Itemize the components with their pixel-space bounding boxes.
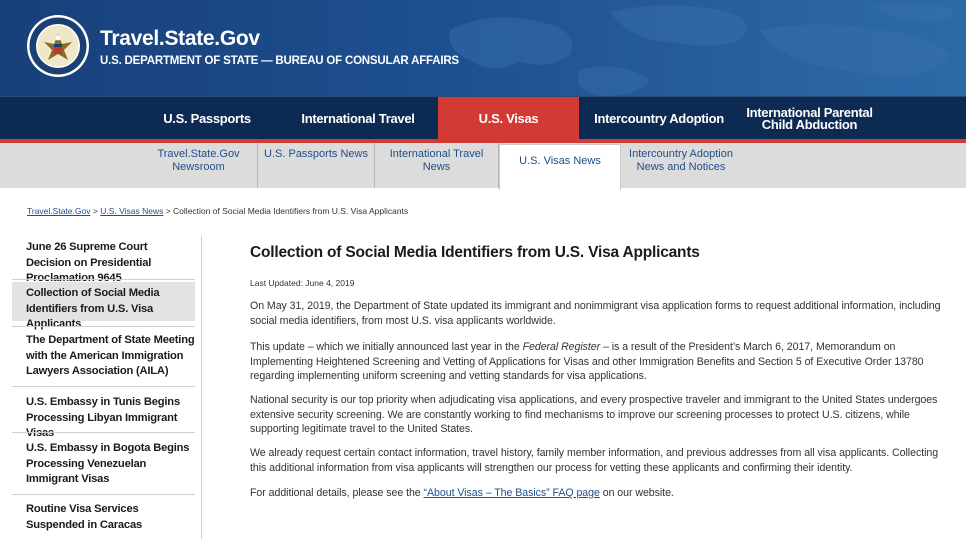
subnav-international-travel-news[interactable]: International Travel News	[375, 143, 499, 188]
site-subtitle[interactable]: U.S. DEPARTMENT OF STATE — BUREAU OF CON…	[100, 55, 459, 67]
article-paragraph-1: On May 31, 2019, the Department of State…	[250, 300, 941, 327]
breadcrumb: Travel.State.Gov > U.S. Visas News > Col…	[27, 206, 408, 216]
subnav-newsroom[interactable]: Travel.State.Gov Newsroom	[140, 143, 258, 188]
breadcrumb-section-link[interactable]: U.S. Visas News	[100, 206, 163, 216]
subnav-adoption-news[interactable]: Intercountry Adoption News and Notices	[621, 143, 741, 188]
about-visas-faq-link[interactable]: “About Visas – The Basics” FAQ page	[424, 487, 600, 499]
sidebar-item-social-media-identifiers[interactable]: Collection of Social Media Identifiers f…	[12, 282, 195, 330]
paragraph-text: This update – which we initially announc…	[250, 341, 523, 353]
site-title[interactable]: Travel.State.Gov	[100, 27, 260, 51]
subnav-us-visas-news[interactable]: U.S. Visas News	[499, 144, 621, 190]
world-map-background	[449, 3, 953, 96]
nav-international-travel[interactable]: International Travel	[284, 97, 432, 140]
nav-international-parental-child-abduction[interactable]: International Parental Child Abduction	[737, 97, 882, 140]
nav-intercountry-adoption[interactable]: Intercountry Adoption	[589, 97, 729, 140]
sidebar-news-list: June 26 Supreme Court Decision on Presid…	[12, 236, 202, 539]
sidebar-divider	[12, 279, 195, 280]
paragraph-text: on our website.	[599, 487, 674, 499]
subnav-passports-news[interactable]: U.S. Passports News	[258, 143, 375, 188]
dept-of-state-seal-icon[interactable]	[26, 14, 90, 78]
last-updated: Last Updated: June 4, 2019	[250, 278, 355, 288]
sidebar-item-tunis-libyan-visas[interactable]: U.S. Embassy in Tunis Begins Processing …	[12, 395, 195, 442]
nav-us-visas[interactable]: U.S. Visas	[438, 97, 579, 140]
paragraph-text: For additional details, please see the	[250, 487, 424, 499]
sidebar-item-aila-meeting[interactable]: The Department of State Meeting with the…	[12, 333, 195, 380]
sub-navigation: Travel.State.Gov Newsroom U.S. Passports…	[0, 143, 966, 190]
breadcrumb-separator: >	[165, 206, 171, 216]
sidebar-divider	[12, 432, 195, 433]
article-paragraph-4: We already request certain contact infor…	[250, 447, 939, 474]
breadcrumb-separator: >	[92, 206, 98, 216]
site-header: Travel.State.Gov U.S. DEPARTMENT OF STAT…	[0, 0, 966, 96]
federal-register-italic: Federal Register	[522, 341, 601, 353]
breadcrumb-current: Collection of Social Media Identifiers f…	[173, 206, 409, 216]
sidebar-item-caracas-suspended[interactable]: Routine Visa Services Suspended in Carac…	[12, 502, 195, 533]
page-title: Collection of Social Media Identifiers f…	[250, 244, 700, 261]
main-navigation: U.S. Passports International Travel U.S.…	[0, 96, 966, 140]
article-paragraph-5: For additional details, please see the “…	[250, 486, 950, 501]
sidebar-divider	[12, 386, 195, 387]
article-paragraph-2: This update – which we initially announc…	[250, 340, 950, 384]
article-paragraph-3: National security is our top priority wh…	[250, 394, 938, 435]
sidebar-divider	[12, 494, 195, 495]
nav-us-passports[interactable]: U.S. Passports	[140, 97, 274, 140]
sidebar-item-bogota-venezuelan-visas[interactable]: U.S. Embassy in Bogota Begins Processing…	[12, 441, 195, 488]
sidebar-divider	[12, 326, 195, 327]
breadcrumb-home-link[interactable]: Travel.State.Gov	[27, 206, 90, 216]
